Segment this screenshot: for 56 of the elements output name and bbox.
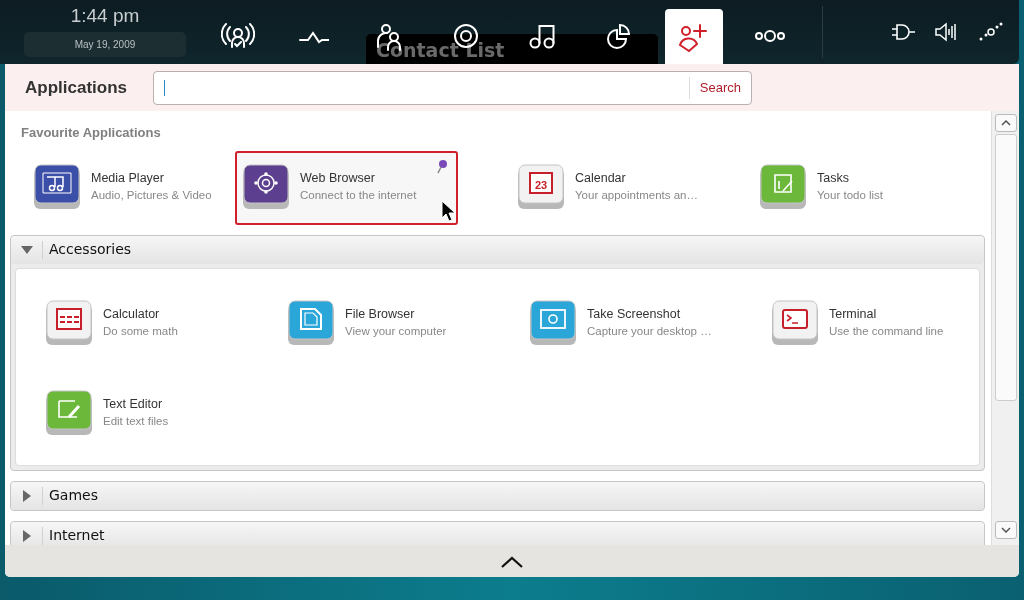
- pin-icon[interactable]: [436, 158, 448, 175]
- app-tile[interactable]: Web Browser Connect to the internet: [235, 150, 458, 225]
- app-name: Calendar: [575, 170, 627, 188]
- category-header[interactable]: Internet: [11, 521, 984, 545]
- app-description: Capture your desktop …: [587, 324, 712, 340]
- app-description: Edit text files: [103, 414, 169, 430]
- app-name: Terminal: [829, 306, 878, 324]
- category-name: Internet: [48, 526, 105, 545]
- date-label: May 19, 2009: [24, 31, 186, 57]
- app-tile[interactable]: Media Player Audio, Pictures & Video: [10, 150, 216, 225]
- category-header[interactable]: Games: [11, 481, 984, 510]
- chevron-up-icon: [500, 555, 524, 568]
- app-tile[interactable]: File Browser View your computer: [268, 278, 474, 369]
- app-tile[interactable]: Tasks Your todo list: [736, 150, 942, 225]
- category-header[interactable]: Accessories: [11, 235, 984, 264]
- app-tile[interactable]: Calculator Do some math: [26, 278, 232, 369]
- section-label: Favourite Applications: [20, 124, 162, 142]
- scrollbar[interactable]: [991, 111, 1019, 545]
- scroll-up-button[interactable]: [994, 114, 1017, 132]
- mouse-pointer-icon: [441, 200, 457, 224]
- app-description: Connect to the internet: [300, 188, 417, 204]
- app-name: Web Browser: [300, 170, 376, 188]
- calendar-day: 23: [534, 178, 548, 191]
- category-name: Accessories: [48, 240, 132, 259]
- app-tile[interactable]: Terminal Use the command line: [752, 278, 958, 369]
- collapsed-arrow-icon: [22, 529, 31, 542]
- search-field[interactable]: Search: [153, 70, 752, 105]
- category-name: Games: [48, 486, 98, 505]
- app-name: Take Screenshot: [587, 306, 682, 324]
- chevron-down-icon: [1000, 527, 1011, 533]
- chevron-up-icon: [1000, 120, 1011, 126]
- app-name: Calculator: [103, 306, 161, 324]
- pulse-icon: [299, 29, 329, 44]
- clock-time: 1:44 pm: [70, 3, 140, 28]
- app-description: View your computer: [345, 324, 447, 340]
- app-tile[interactable]: Text Editor Edit text files: [26, 368, 232, 459]
- app-description: Your todo list: [817, 188, 884, 204]
- tooltip: Contact List: [366, 34, 658, 64]
- app-description: Do some math: [103, 324, 178, 340]
- app-name: Media Player: [91, 170, 165, 188]
- app-description: Your appointments an…: [575, 188, 698, 204]
- app-name: File Browser: [345, 306, 416, 324]
- plug-icon[interactable]: [889, 21, 917, 43]
- search-button[interactable]: Search: [688, 76, 751, 99]
- app-description: Use the command line: [829, 324, 944, 340]
- scroll-thumb[interactable]: [994, 134, 1017, 401]
- app-description: Audio, Pictures & Video: [91, 188, 212, 204]
- app-tile[interactable]: Take Screenshot Capture your desktop …: [510, 278, 716, 369]
- expanded-arrow-icon: [20, 245, 33, 254]
- app-name: Text Editor: [103, 396, 164, 414]
- network-icon[interactable]: [977, 21, 1005, 43]
- collapsed-arrow-icon: [22, 489, 31, 502]
- app-name: Tasks: [817, 170, 850, 188]
- panel-title: Applications: [25, 76, 128, 99]
- app-tile[interactable]: 23 Calendar Your appointments an…: [494, 150, 700, 225]
- scroll-down-button[interactable]: [994, 521, 1017, 539]
